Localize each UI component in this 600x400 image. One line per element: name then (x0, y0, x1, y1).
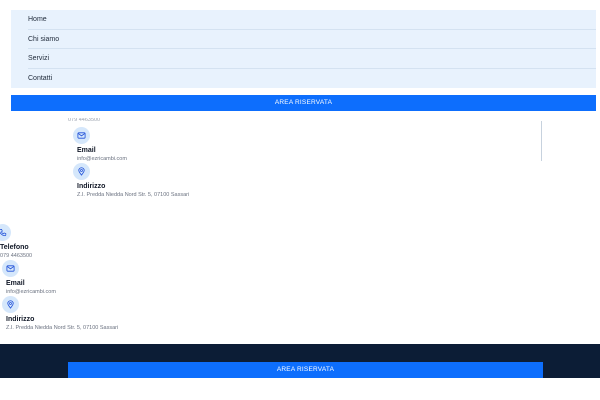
contact-address-bottom: Indirizzo Z.I. Predda Niedda Nord Str. 5… (2, 296, 118, 331)
nav-item-servizi[interactable]: Servizi (28, 49, 596, 69)
phone-value-cut: 079 4463500 (68, 118, 101, 123)
contact-address-top: Indirizzo Z.I. Predda Niedda Nord Str. 5… (73, 163, 189, 198)
email-value[interactable]: info@ezricambi.com (77, 156, 127, 162)
nav-menu: Home Chi siamo Servizi Contatti (11, 10, 596, 88)
nav-item-label: Chi siamo (28, 35, 60, 43)
nav-item-home[interactable]: Home (28, 10, 596, 30)
address-value: Z.I. Predda Niedda Nord Str. 5, 07100 Sa… (6, 325, 119, 331)
mail-icon (73, 127, 90, 144)
location-pin-icon (2, 296, 19, 313)
email-title: Email (6, 280, 25, 287)
phone-title: Telefono (0, 244, 29, 251)
nav-item-label: Contatti (28, 74, 53, 82)
reserved-area-button[interactable]: AREA RISERVATA (11, 95, 596, 111)
nav-item-contatti[interactable]: Contatti (28, 69, 596, 89)
nav-item-label: Servizi (28, 55, 50, 62)
address-value: Z.I. Predda Niedda Nord Str. 5, 07100 Sa… (77, 192, 190, 198)
phone-value[interactable]: 079 4463500 (0, 253, 32, 259)
email-title: Email (77, 147, 96, 154)
phone-icon (0, 224, 11, 241)
footer-reserved-area-button[interactable]: AREA RISERVATA (68, 362, 543, 378)
location-pin-icon (73, 163, 90, 180)
address-title: Indirizzo (6, 316, 35, 323)
nav-item-chi-siamo[interactable]: Chi siamo (28, 30, 596, 49)
contact-email-bottom: Email info@ezricambi.com (2, 260, 56, 295)
nav-item-label: Home (28, 16, 47, 23)
divider (541, 121, 542, 161)
address-title: Indirizzo (77, 183, 106, 190)
contact-phone-bottom: Telefono 079 4463500 (0, 224, 32, 259)
contact-email-top: Email info@ezricambi.com (73, 127, 127, 162)
email-value[interactable]: info@ezricambi.com (6, 289, 56, 295)
mail-icon (2, 260, 19, 277)
